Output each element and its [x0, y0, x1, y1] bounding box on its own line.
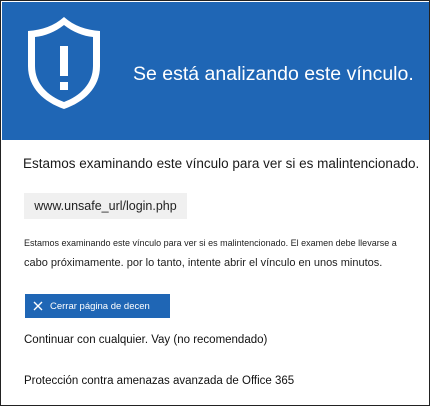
page-title: Se está analizando este vínculo.	[133, 63, 414, 85]
shield-warning-icon	[28, 17, 100, 109]
description-line-2: cabo próximamente. por lo tanto, intente…	[24, 257, 383, 269]
close-icon	[33, 301, 43, 311]
close-page-button[interactable]: Cerrar página de decen	[25, 294, 170, 318]
url-display: www.unsafe_url/login.php	[24, 193, 187, 219]
scanning-message: Estamos examinando este vínculo para ver…	[23, 156, 420, 171]
header-banner: Se está analizando este vínculo.	[2, 2, 429, 140]
continue-anyway-link[interactable]: Continuar con cualquier. Vay (no recomen…	[24, 334, 267, 346]
footer-text: Protección contra amenazas avanzada de O…	[24, 375, 295, 387]
description-line-1: Estamos examinando este vínculo para ver…	[24, 238, 397, 248]
safe-links-page: Se está analizando este vínculo. Estamos…	[0, 0, 430, 406]
url-text: www.unsafe_url/login.php	[34, 199, 177, 213]
close-button-label: Cerrar página de decen	[50, 300, 150, 312]
